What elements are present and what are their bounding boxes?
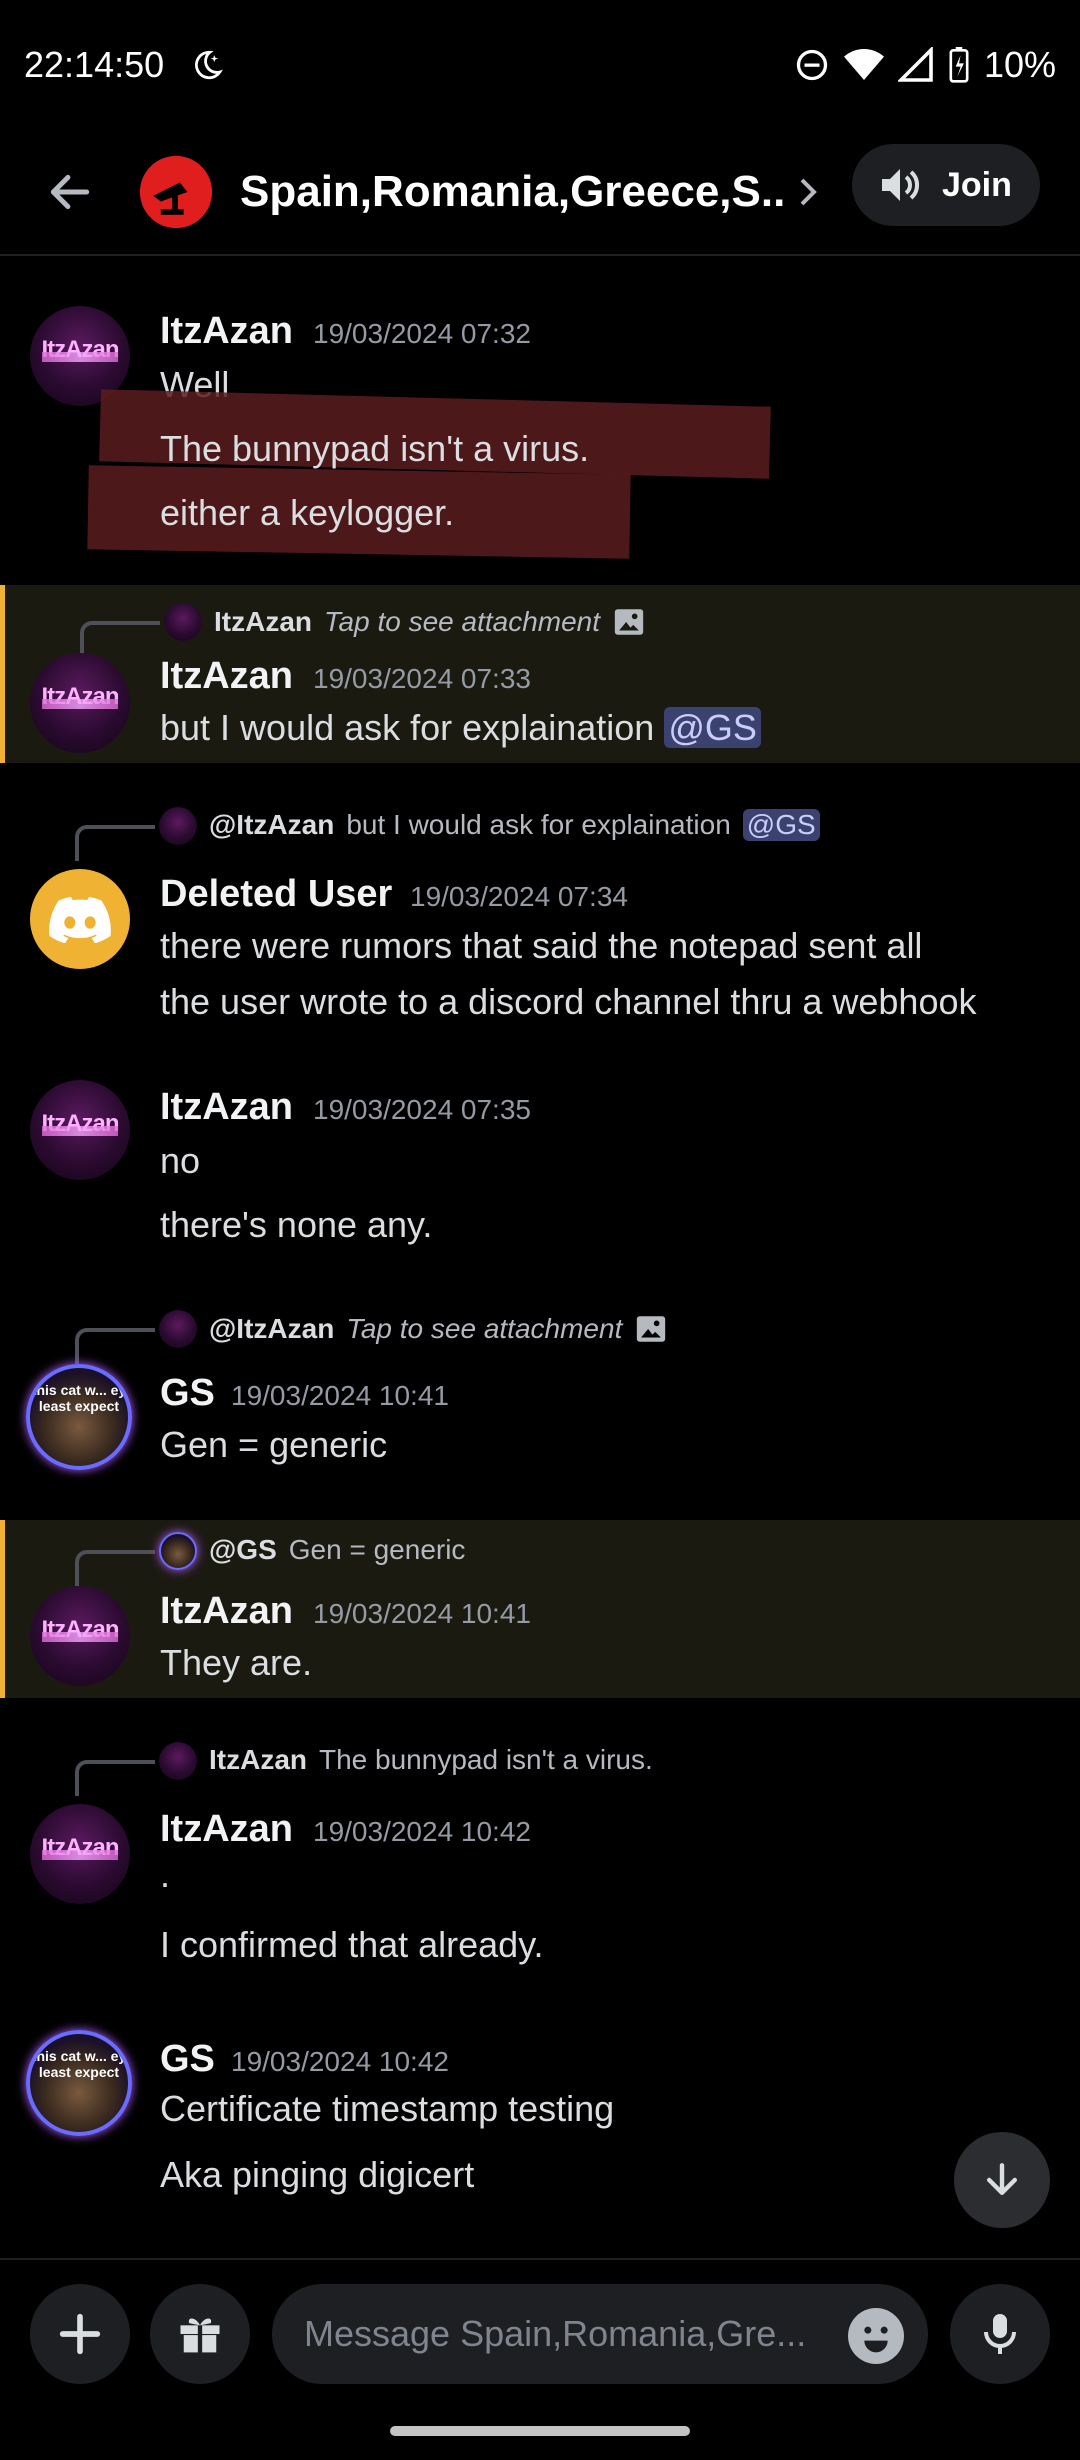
- message-timestamp: 19/03/2024 10:41: [313, 1598, 531, 1629]
- status-bar: 22:14:50 10%: [0, 0, 1080, 130]
- message-timestamp: 19/03/2024 10:42: [231, 2046, 449, 2077]
- message[interactable]: ItzAzan ItzAzan 19/03/2024 07:33 but I w…: [0, 585, 1080, 763]
- avatar[interactable]: this cat w... ey least expect: [26, 2030, 132, 2136]
- reply-avatar: [159, 1310, 197, 1348]
- message-line: They are.: [160, 1642, 313, 1683]
- message-author[interactable]: GS: [160, 1372, 215, 1415]
- reply-text: ItzAzan The bunnypad isn't a virus.: [209, 1744, 653, 1775]
- camera-icon: [139, 155, 213, 229]
- message[interactable]: ItzAzan ItzAzan 19/03/2024 07:35 no ther…: [0, 1080, 1080, 1310]
- message-line: Aka pinging digicert: [160, 2154, 475, 2195]
- message-line: The bunnypad isn't a virus.: [160, 428, 590, 469]
- smiley-icon: [850, 2310, 902, 2362]
- reply-spine: [75, 825, 155, 861]
- signal-icon: [897, 47, 933, 82]
- battery-percentage: 10%: [983, 44, 1056, 85]
- join-voice-button[interactable]: Join: [852, 144, 1040, 226]
- reply-text: @ItzAzan but I would ask for explainatio…: [209, 809, 820, 841]
- message-input[interactable]: [304, 2313, 824, 2355]
- message-line: no: [160, 1140, 201, 1181]
- message-timestamp: 19/03/2024 07:35: [313, 1094, 531, 1125]
- avatar[interactable]: this cat w... ey least expect: [26, 1364, 132, 1470]
- channel-name[interactable]: Spain,Romania,Greece,S..: [240, 167, 785, 217]
- avatar[interactable]: [30, 869, 130, 969]
- avatar[interactable]: ItzAzan: [30, 1080, 130, 1180]
- home-indicator[interactable]: [390, 2426, 690, 2436]
- emoji-button[interactable]: [848, 2308, 904, 2364]
- message[interactable]: @GS Gen = generic ItzAzan ItzAzan 19/03/…: [0, 1520, 1080, 1698]
- avatar[interactable]: ItzAzan: [30, 1804, 130, 1904]
- reply-text: @ItzAzan Tap to see attachment: [209, 1312, 668, 1346]
- reply-text: @GS Gen = generic: [209, 1534, 466, 1565]
- reply-avatar: [159, 1742, 197, 1780]
- battery-icon: [949, 47, 969, 83]
- microphone-icon: [984, 2314, 1016, 2354]
- message-line: .: [160, 1854, 171, 1895]
- message-input-field[interactable]: [272, 2284, 928, 2384]
- gift-button[interactable]: [150, 2284, 250, 2384]
- status-time: 22:14:50: [24, 44, 165, 85]
- message-author[interactable]: ItzAzan: [160, 1086, 293, 1129]
- message-list[interactable]: ItzAzan ItzAzan 19/03/2024 07:32 Well Th…: [0, 258, 1080, 2256]
- message-line: Certificate timestamp testing: [160, 2088, 615, 2129]
- message[interactable]: ItzAzan The bunnypad isn't a virus. ItzA…: [0, 1738, 1080, 1978]
- reply-spine: [75, 1328, 155, 1364]
- message-line: there's none any.: [160, 1204, 433, 1245]
- dnd-icon: [796, 49, 828, 81]
- discord-logo-icon: [49, 896, 111, 943]
- message-line: the user wrote to a discord channel thru…: [160, 981, 977, 1022]
- channel-icon[interactable]: [138, 154, 214, 230]
- join-label: Join: [942, 165, 1012, 204]
- message[interactable]: @ItzAzan but I would ask for explainatio…: [0, 803, 1080, 1123]
- channel-header: Spain,Romania,Greece,S.. Join: [0, 130, 1080, 256]
- add-attachment-button[interactable]: [30, 2284, 130, 2384]
- avatar[interactable]: ItzAzan: [30, 653, 130, 753]
- message-author[interactable]: ItzAzan: [160, 655, 293, 698]
- user-mention[interactable]: @GS: [664, 707, 761, 748]
- reply-spine: [75, 1550, 155, 1586]
- message-timestamp: 19/03/2024 10:42: [313, 1816, 531, 1847]
- message-line: Gen = generic: [160, 1424, 388, 1465]
- do-not-disturb-moon-icon: [195, 50, 224, 80]
- avatar[interactable]: ItzAzan: [30, 1586, 130, 1686]
- speaker-icon: [882, 169, 919, 201]
- message-composer: [0, 2258, 1080, 2408]
- scroll-to-bottom-button[interactable]: [954, 2132, 1050, 2228]
- message-line: but I would ask for explaination @GS: [160, 707, 761, 749]
- message[interactable]: @ItzAzan Tap to see attachment this cat …: [0, 1306, 1080, 1476]
- back-button[interactable]: [30, 152, 110, 232]
- message[interactable]: this cat w... ey least expect GS 19/03/2…: [0, 2018, 1080, 2256]
- message-line: either a keylogger.: [160, 492, 455, 533]
- message-timestamp: 19/03/2024 07:34: [410, 881, 628, 912]
- arrow-down-icon: [986, 2163, 1018, 2196]
- message-timestamp: 19/03/2024 07:33: [313, 663, 531, 694]
- message-line: I confirmed that already.: [160, 1924, 544, 1965]
- reply-avatar: [159, 807, 197, 845]
- message-author[interactable]: ItzAzan: [160, 1808, 293, 1851]
- reply-avatar: [159, 1532, 197, 1570]
- arrow-left-icon: [50, 174, 90, 210]
- message-author[interactable]: Deleted User: [160, 873, 392, 916]
- image-icon: [637, 1316, 666, 1342]
- message-author[interactable]: ItzAzan: [160, 1590, 293, 1633]
- gift-icon: [180, 2318, 220, 2354]
- message-line: there were rumors that said the notepad …: [160, 925, 923, 966]
- reply-spine: [75, 1760, 155, 1796]
- message-timestamp: 19/03/2024 10:41: [231, 1380, 449, 1411]
- chevron-right-icon: [800, 178, 818, 206]
- message-author[interactable]: GS: [160, 2038, 215, 2081]
- message-timestamp: 19/03/2024 07:32: [313, 318, 531, 349]
- voice-message-button[interactable]: [950, 2284, 1050, 2384]
- plus-icon: [59, 2313, 101, 2355]
- message-author[interactable]: ItzAzan: [160, 310, 293, 353]
- wifi-icon: [843, 49, 884, 80]
- message[interactable]: ItzAzan ItzAzan 19/03/2024 07:32 Well Th…: [0, 258, 1080, 588]
